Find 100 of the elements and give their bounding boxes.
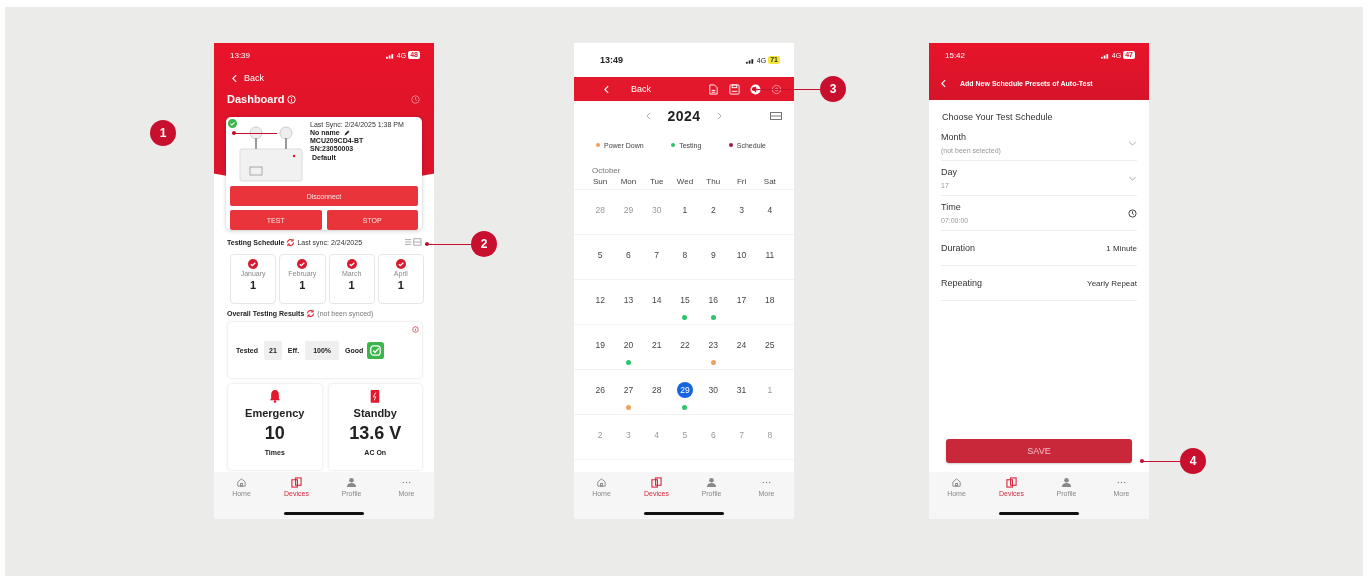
day-cell[interactable]: 2: [705, 202, 722, 218]
devices-icon: [1006, 477, 1017, 488]
check-icon: [367, 341, 385, 359]
day-cell[interactable]: 18: [761, 292, 778, 308]
signal-icon: [745, 56, 755, 64]
save-icon[interactable]: [729, 83, 740, 95]
month-count: 1: [348, 279, 355, 291]
list-view-icon[interactable]: [770, 111, 782, 120]
day-cell[interactable]: 30: [705, 382, 722, 398]
status-time: 13:39: [230, 50, 251, 60]
check-icon: [395, 259, 406, 269]
back-icon[interactable]: [941, 79, 946, 88]
home-icon: [236, 477, 247, 488]
month-count: 1: [299, 279, 306, 291]
signal-icon: [1100, 51, 1110, 59]
day-cell[interactable]: 9: [705, 247, 722, 263]
devices-icon: [291, 477, 302, 488]
day-cell[interactable]: 29: [677, 382, 693, 398]
signal-icon: [385, 51, 395, 59]
day-cell[interactable]: 16: [705, 292, 722, 308]
field-value: 1 Minute: [1106, 243, 1137, 253]
day-cell[interactable]: 3: [733, 202, 750, 218]
month-label: October: [592, 166, 621, 175]
weekday-label: Thu: [705, 177, 722, 188]
check-icon: [248, 259, 259, 269]
back-icon: [232, 73, 237, 83]
pencil-icon[interactable]: [343, 129, 350, 136]
person-icon: [346, 477, 357, 488]
day-cell[interactable]: 21: [648, 337, 665, 353]
day-cell[interactable]: 13: [620, 292, 637, 308]
form-field[interactable]: Repeating Yearly Repeat: [941, 266, 1137, 301]
person-icon: [1061, 477, 1072, 488]
bell-icon: [268, 389, 281, 403]
stat-value: 10: [264, 423, 285, 444]
day-cell[interactable]: 23: [705, 337, 722, 353]
day-cell[interactable]: 8: [677, 247, 693, 263]
sync-icon[interactable]: [286, 237, 296, 247]
clock-icon: [1128, 208, 1137, 218]
stat-title: Emergency: [245, 407, 305, 419]
day-cell[interactable]: 14: [648, 292, 665, 308]
check-icon: [297, 259, 308, 269]
stat-title: Standby: [353, 407, 397, 419]
day-cell[interactable]: 28: [648, 382, 665, 398]
day-cell[interactable]: 22: [677, 337, 693, 353]
home-icon: [951, 477, 962, 488]
weekday-label: Sun: [592, 177, 609, 188]
callout-number: 2: [471, 231, 497, 257]
day-cell[interactable]: 31: [733, 382, 750, 398]
weekday-label: Tue: [648, 177, 665, 188]
callout-number: 1: [150, 120, 176, 146]
back-button[interactable]: Back: [604, 84, 651, 94]
day-cell[interactable]: 6: [620, 247, 637, 263]
day-cell[interactable]: 11: [761, 247, 778, 263]
next-year-icon[interactable]: [716, 111, 722, 120]
day-cell[interactable]: 27: [620, 382, 637, 398]
day-cell[interactable]: 24: [733, 337, 750, 353]
home-icon: [596, 477, 607, 488]
weekday-label: Sat: [762, 177, 777, 188]
form-heading: Choose Your Test Schedule: [942, 112, 1054, 122]
day-cell[interactable]: 20: [620, 337, 637, 353]
day-cell[interactable]: 26: [592, 382, 609, 398]
list-icon[interactable]: [404, 238, 422, 246]
weekday-label: Mon: [619, 177, 638, 188]
save-button[interactable]: SAVE: [946, 439, 1132, 463]
field-label: Time: [941, 202, 962, 212]
day-cell[interactable]: 17: [733, 292, 750, 308]
field-value: Yearly Repeat: [1087, 278, 1137, 288]
month-count: 1: [397, 279, 404, 291]
status-time: 15:42: [945, 50, 966, 60]
month-count: 1: [250, 279, 257, 291]
info-icon[interactable]: [412, 326, 419, 333]
day-cell[interactable]: 1: [677, 202, 693, 218]
day-cell[interactable]: 15: [677, 292, 693, 308]
day-cell[interactable]: 5: [592, 247, 609, 263]
chevron-down-icon: [1128, 175, 1137, 181]
person-icon: [706, 477, 717, 488]
day-cell[interactable]: 4: [761, 202, 778, 218]
day-cell[interactable]: 7: [648, 247, 665, 263]
field-label: Duration: [941, 243, 976, 253]
day-cell[interactable]: 19: [592, 337, 609, 353]
weekday-label: Wed: [675, 177, 695, 188]
callout-number: 4: [1180, 448, 1206, 474]
weekday-label: Fri: [735, 177, 748, 188]
chevron-down-icon: [1128, 140, 1137, 146]
page-title: Dashboard: [227, 93, 285, 105]
back-button[interactable]: Back: [232, 73, 264, 83]
devices-icon: [651, 477, 662, 488]
day-cell[interactable]: 10: [733, 247, 750, 263]
document-icon[interactable]: [708, 83, 719, 95]
previous-year-icon[interactable]: [646, 111, 652, 120]
day-cell[interactable]: 25: [761, 337, 778, 353]
sync-icon[interactable]: [306, 308, 316, 318]
stat-value: 13.6 V: [349, 423, 402, 444]
day-cell[interactable]: 12: [592, 292, 609, 308]
device-drawing: [236, 123, 306, 183]
check-icon: [346, 259, 357, 269]
year-label: 2024: [667, 107, 701, 124]
form-field[interactable]: Duration 1 Minute: [941, 231, 1137, 266]
field-label: Month: [941, 132, 967, 142]
back-icon: [604, 84, 609, 94]
